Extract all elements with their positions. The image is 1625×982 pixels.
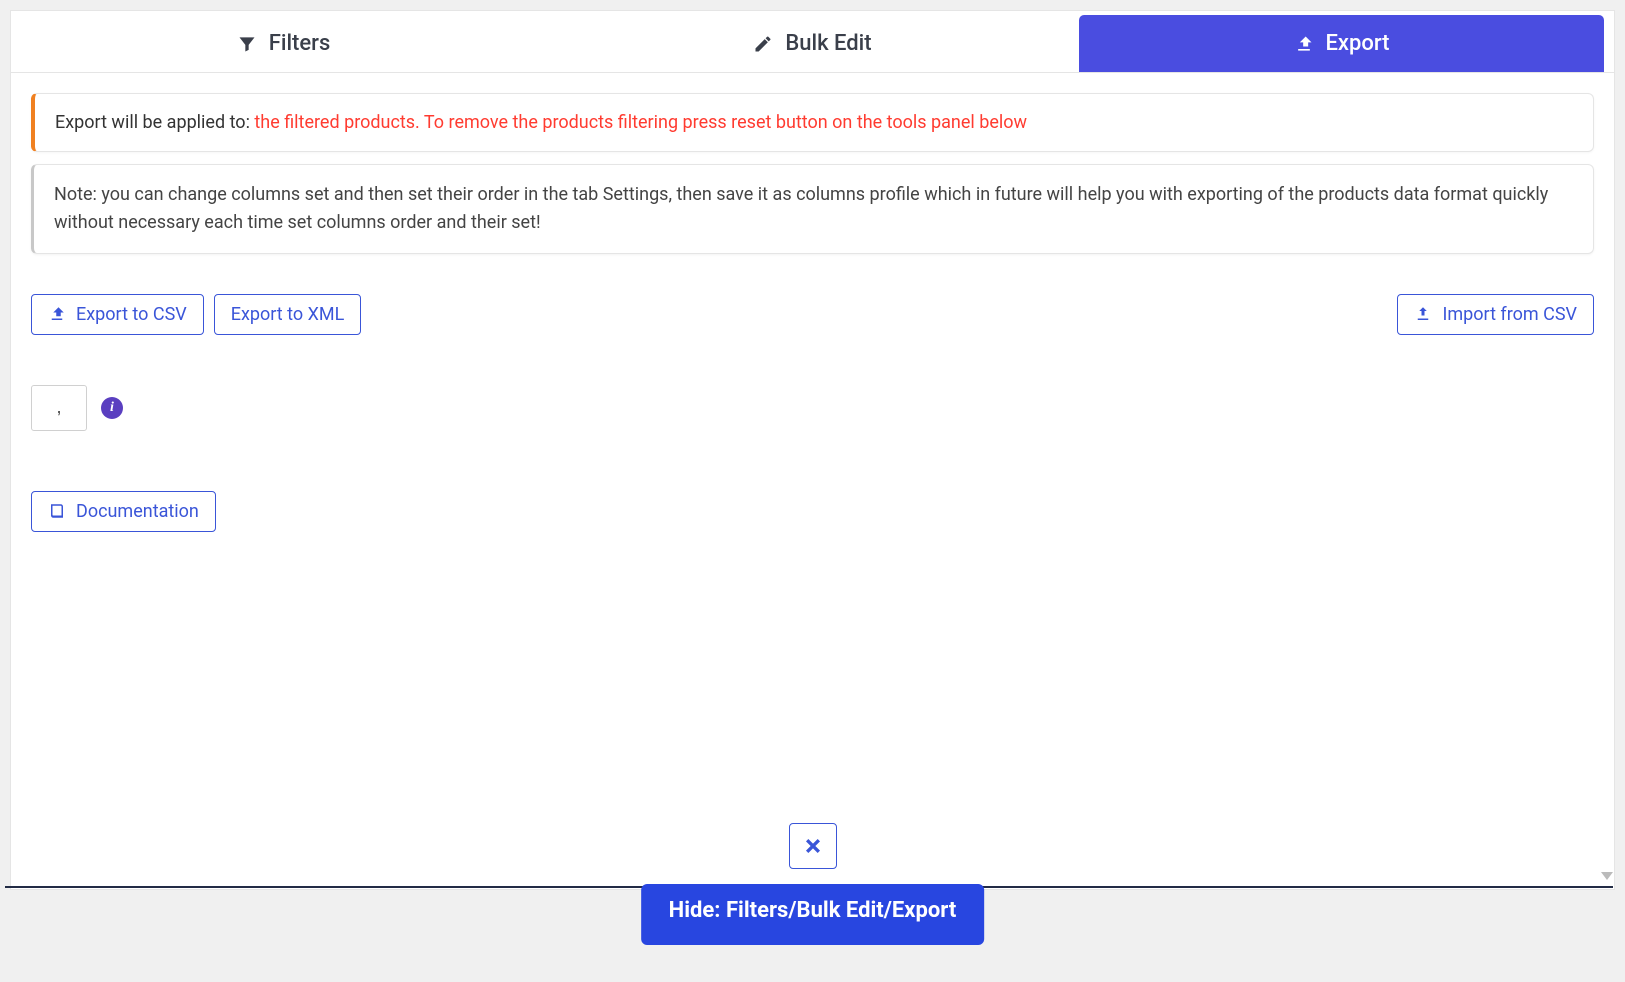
button-label: Export to CSV: [76, 304, 187, 325]
tab-bulk-edit[interactable]: Bulk Edit: [550, 15, 1075, 72]
import-csv-button[interactable]: Import from CSV: [1397, 294, 1594, 335]
button-label: Import from CSV: [1442, 304, 1577, 325]
export-buttons-row: Export to CSV Export to XML Import from …: [31, 294, 1594, 335]
info-icon[interactable]: i: [101, 397, 123, 419]
alert-prefix: Export will be applied to:: [55, 112, 254, 133]
filter-icon: [237, 34, 257, 54]
hide-panel-button[interactable]: Hide: Filters/Bulk Edit/Export: [641, 884, 985, 945]
export-csv-button[interactable]: Export to CSV: [31, 294, 204, 335]
columns-note: Note: you can change columns set and the…: [31, 164, 1594, 254]
button-label: Export to XML: [231, 304, 345, 325]
delimiter-input[interactable]: [31, 385, 87, 431]
tab-label: Filters: [269, 31, 331, 56]
export-scope-alert: Export will be applied to: the filtered …: [31, 93, 1594, 152]
tab-filters[interactable]: Filters: [21, 15, 546, 72]
alert-warning-text: the filtered products. To remove the pro…: [254, 112, 1027, 133]
tab-label: Export: [1326, 31, 1390, 56]
documentation-button[interactable]: Documentation: [31, 491, 216, 532]
export-panel: Filters Bulk Edit Export Export will be …: [10, 10, 1615, 890]
button-label: Documentation: [76, 501, 199, 522]
export-xml-button[interactable]: Export to XML: [214, 294, 362, 335]
export-content: Export will be applied to: the filtered …: [11, 73, 1614, 552]
scroll-down-indicator: [1601, 872, 1613, 880]
export-icon: [1294, 34, 1314, 54]
upload-icon: [1414, 305, 1432, 323]
tab-label: Bulk Edit: [785, 31, 871, 56]
close-panel-button[interactable]: [789, 823, 837, 869]
close-icon: [803, 836, 823, 856]
export-icon: [48, 305, 66, 323]
book-icon: [48, 502, 66, 520]
delimiter-row: i: [31, 385, 1594, 431]
pencil-icon: [753, 34, 773, 54]
tab-bar: Filters Bulk Edit Export: [11, 11, 1614, 73]
hide-label: Hide: Filters/Bulk Edit/Export: [669, 898, 957, 923]
note-text: Note: you can change columns set and the…: [54, 184, 1548, 233]
tab-export[interactable]: Export: [1079, 15, 1604, 72]
